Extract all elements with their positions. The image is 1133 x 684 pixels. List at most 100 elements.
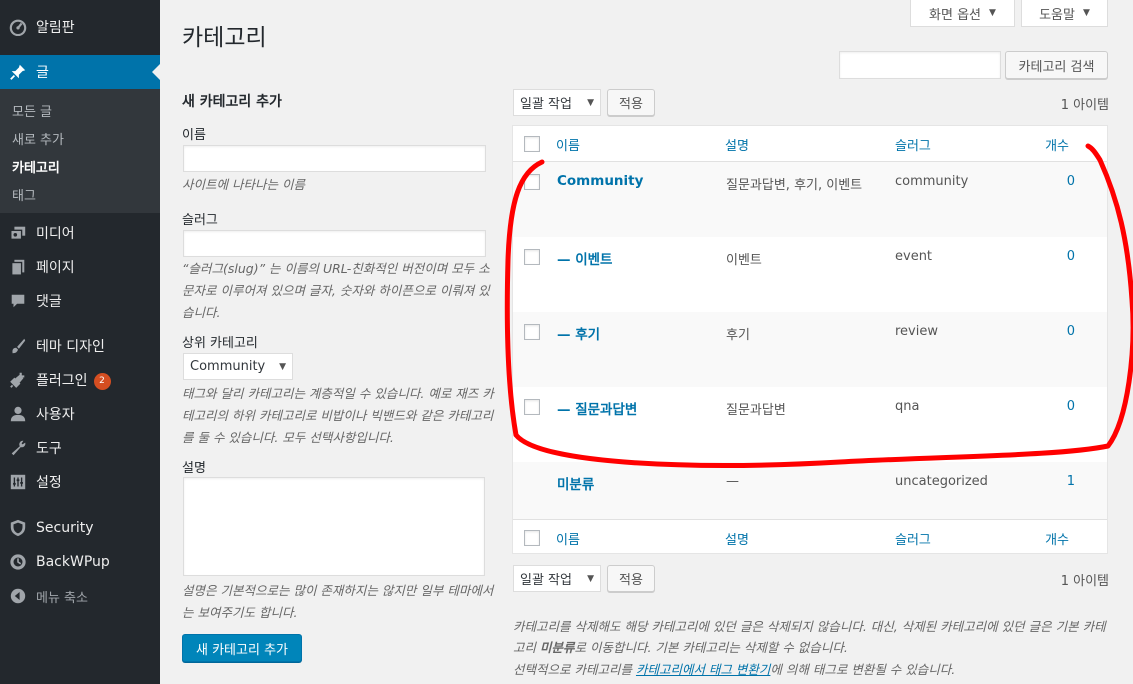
screen-options-label: 화면 옵션 <box>929 7 982 23</box>
apply-button-bottom[interactable]: 적용 <box>607 565 655 592</box>
column-count-footer[interactable]: 개수 <box>1045 529 1069 548</box>
parent-category-select[interactable]: Community ▼ <box>183 353 293 380</box>
page-icon <box>0 258 36 276</box>
sidebar-item-label: BackWPup <box>36 554 110 570</box>
sidebar-item-label: 사용자 <box>36 407 75 423</box>
column-name-footer[interactable]: 이름 <box>556 529 580 548</box>
categories-table: 이름 설명 슬러그 개수 Community 질문과답변, 후기, 이벤트 co… <box>512 125 1108 554</box>
sidebar-item-comments[interactable]: 댓글 <box>0 284 160 318</box>
sidebar-item-label: 플러그인 2 <box>36 370 160 390</box>
page-title: 카테고리 <box>182 25 267 51</box>
category-name-link[interactable]: — 이벤트 <box>557 248 612 268</box>
bulk-action-select-top[interactable]: 일괄 작업 ▼ <box>513 89 601 116</box>
items-count-bottom: 1 아이템 <box>1060 574 1109 589</box>
settings-icon <box>0 473 36 491</box>
bulk-action-select-bottom[interactable]: 일괄 작업 ▼ <box>513 565 601 592</box>
select-all-checkbox-footer[interactable] <box>524 530 540 546</box>
search-input[interactable] <box>839 51 1001 79</box>
sidebar-item-settings[interactable]: 설정 <box>0 465 160 499</box>
category-slug: review <box>895 324 938 339</box>
screen-options-button[interactable]: 화면 옵션 ▼ <box>910 0 1015 27</box>
category-slug: event <box>895 249 933 264</box>
parent-category-label: 상위 카테고리 <box>182 336 258 351</box>
column-count-header[interactable]: 개수 <box>1045 135 1069 154</box>
slug-help: “슬러그(slug)” 는 이름의 URL-친화적인 버전이며 모두 소문자로 … <box>182 261 490 320</box>
sidebar-item-label: 글 <box>36 65 49 81</box>
slug-input[interactable] <box>183 230 486 257</box>
submenu-add-new[interactable]: 새로 추가 <box>12 129 64 148</box>
sidebar-item-label: 댓글 <box>36 294 62 310</box>
sidebar-item-appearance[interactable]: 테마 디자인 <box>0 329 160 363</box>
admin-sidebar: 알림판 글 모든 글 새로 추가 카테고리 태그 미디어 페이지 댓글 테마 디… <box>0 0 160 684</box>
apply-button-top[interactable]: 적용 <box>607 89 655 116</box>
column-slug-header[interactable]: 슬러그 <box>895 135 931 154</box>
select-all-checkbox[interactable] <box>524 136 540 152</box>
comment-icon <box>0 292 36 310</box>
sidebar-item-posts[interactable]: 글 <box>0 55 160 89</box>
column-description-footer[interactable]: 설명 <box>725 529 749 548</box>
sidebar-item-label: 페이지 <box>36 260 75 276</box>
dashboard-icon <box>0 18 36 36</box>
items-count-top: 1 아이템 <box>1060 98 1109 113</box>
help-label: 도움말 <box>1039 7 1075 23</box>
wrench-icon <box>0 439 36 457</box>
category-name-link[interactable]: — 질문과답변 <box>557 398 637 418</box>
submenu-categories[interactable]: 카테고리 <box>12 157 60 176</box>
column-slug-footer[interactable]: 슬러그 <box>895 529 931 548</box>
sidebar-item-dashboard[interactable]: 알림판 <box>0 10 160 44</box>
chevron-down-icon: ▼ <box>279 361 286 372</box>
row-checkbox[interactable] <box>524 174 540 190</box>
category-name-link[interactable]: 미분류 <box>557 473 594 493</box>
table-footer-row: 이름 설명 슬러그 개수 <box>513 519 1107 554</box>
sidebar-item-media[interactable]: 미디어 <box>0 216 160 250</box>
help-button[interactable]: 도움말 ▼ <box>1021 0 1108 27</box>
sidebar-item-pages[interactable]: 페이지 <box>0 250 160 284</box>
table-header-row: 이름 설명 슬러그 개수 <box>513 126 1107 162</box>
name-label: 이름 <box>182 128 206 143</box>
sidebar-item-label: 테마 디자인 <box>36 339 105 355</box>
category-slug: qna <box>895 399 920 414</box>
row-checkbox[interactable] <box>524 324 540 340</box>
sidebar-item-users[interactable]: 사용자 <box>0 397 160 431</box>
row-checkbox[interactable] <box>524 399 540 415</box>
category-description: 이벤트 <box>726 253 762 268</box>
shield-icon <box>0 519 36 537</box>
category-name-link[interactable]: Community <box>557 173 643 189</box>
submenu-tags[interactable]: 태그 <box>12 185 36 204</box>
category-count-link[interactable]: 1 <box>1067 474 1075 489</box>
bulk-action-value: 일괄 작업 <box>520 97 572 112</box>
slug-label: 슬러그 <box>182 213 218 228</box>
table-row: 미분류 — uncategorized 1 <box>513 462 1107 519</box>
column-description-header[interactable]: 설명 <box>725 135 749 154</box>
name-help: 사이트에 나타나는 이름 <box>182 177 305 192</box>
add-category-button[interactable]: 새 카테고리 추가 <box>182 634 302 662</box>
submenu-all-posts[interactable]: 모든 글 <box>12 101 52 120</box>
sidebar-item-label: 설정 <box>36 475 62 491</box>
delete-note: 카테고리를 삭제해도 해당 카테고리에 있던 글은 삭제되지 않습니다. 대신,… <box>513 619 1106 655</box>
search-categories-button[interactable]: 카테고리 검색 <box>1005 51 1108 79</box>
category-count-link[interactable]: 0 <box>1067 324 1075 339</box>
category-name-link[interactable]: — 후기 <box>557 323 600 343</box>
parent-category-value: Community <box>190 359 266 374</box>
media-icon <box>0 224 36 242</box>
sidebar-item-security[interactable]: Security <box>0 511 160 545</box>
collapse-menu-button[interactable]: 메뉴 축소 <box>0 579 160 613</box>
category-description: — <box>726 474 739 489</box>
category-count-link[interactable]: 0 <box>1067 174 1075 189</box>
category-count-link[interactable]: 0 <box>1067 399 1075 414</box>
table-row: Community 질문과답변, 후기, 이벤트 community 0 <box>513 162 1107 237</box>
category-count-link[interactable]: 0 <box>1067 249 1075 264</box>
sidebar-item-label: 알림판 <box>36 20 75 36</box>
sidebar-item-backwpup[interactable]: BackWPup <box>0 545 160 579</box>
description-help: 설명은 기본적으로는 많이 존재하지는 않지만 일부 테마에서는 보여주기도 합… <box>182 583 494 620</box>
sidebar-item-tools[interactable]: 도구 <box>0 431 160 465</box>
description-textarea[interactable] <box>183 477 485 576</box>
chevron-down-icon: ▼ <box>989 8 996 18</box>
sidebar-item-label: 메뉴 축소 <box>36 590 88 606</box>
name-input[interactable] <box>183 145 486 172</box>
sidebar-item-label: Security <box>36 520 94 536</box>
sidebar-item-plugins[interactable]: 플러그인 2 <box>0 363 160 397</box>
row-checkbox[interactable] <box>524 249 540 265</box>
column-name-header[interactable]: 이름 <box>556 135 580 154</box>
tag-converter-link[interactable]: 카테고리에서 태그 변환기 <box>636 662 770 677</box>
